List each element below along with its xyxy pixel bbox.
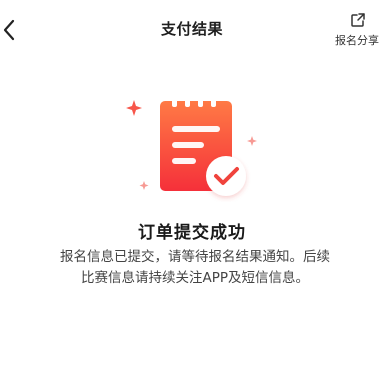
description-line: 比赛信息请持续关注APP及短信信息。 xyxy=(80,270,310,286)
header-bar: 支付结果 报名分享 xyxy=(0,0,384,60)
share-label: 报名分享 xyxy=(335,34,379,47)
sparkle-icon xyxy=(247,136,257,146)
share-icon xyxy=(351,13,365,27)
sparkle-icon xyxy=(139,181,149,190)
description-line: 报名信息已提交，请等待报名结果通知。后续 xyxy=(60,249,330,265)
result-description: 报名信息已提交，请等待报名结果通知。后续 比赛信息请持续关注APP及短信信息。 xyxy=(50,247,340,289)
share-button[interactable]: 报名分享 xyxy=(330,10,384,50)
clipboard-check-icon xyxy=(126,98,257,196)
sparkle-icon xyxy=(126,100,142,116)
result-title: 订单提交成功 xyxy=(138,223,246,243)
payment-result-screen: 支付结果 报名分享 订单提交成功 报名信息已提交，请等待报名结果通知。后续 比赛… xyxy=(0,0,384,380)
page-title: 支付结果 xyxy=(160,20,223,38)
